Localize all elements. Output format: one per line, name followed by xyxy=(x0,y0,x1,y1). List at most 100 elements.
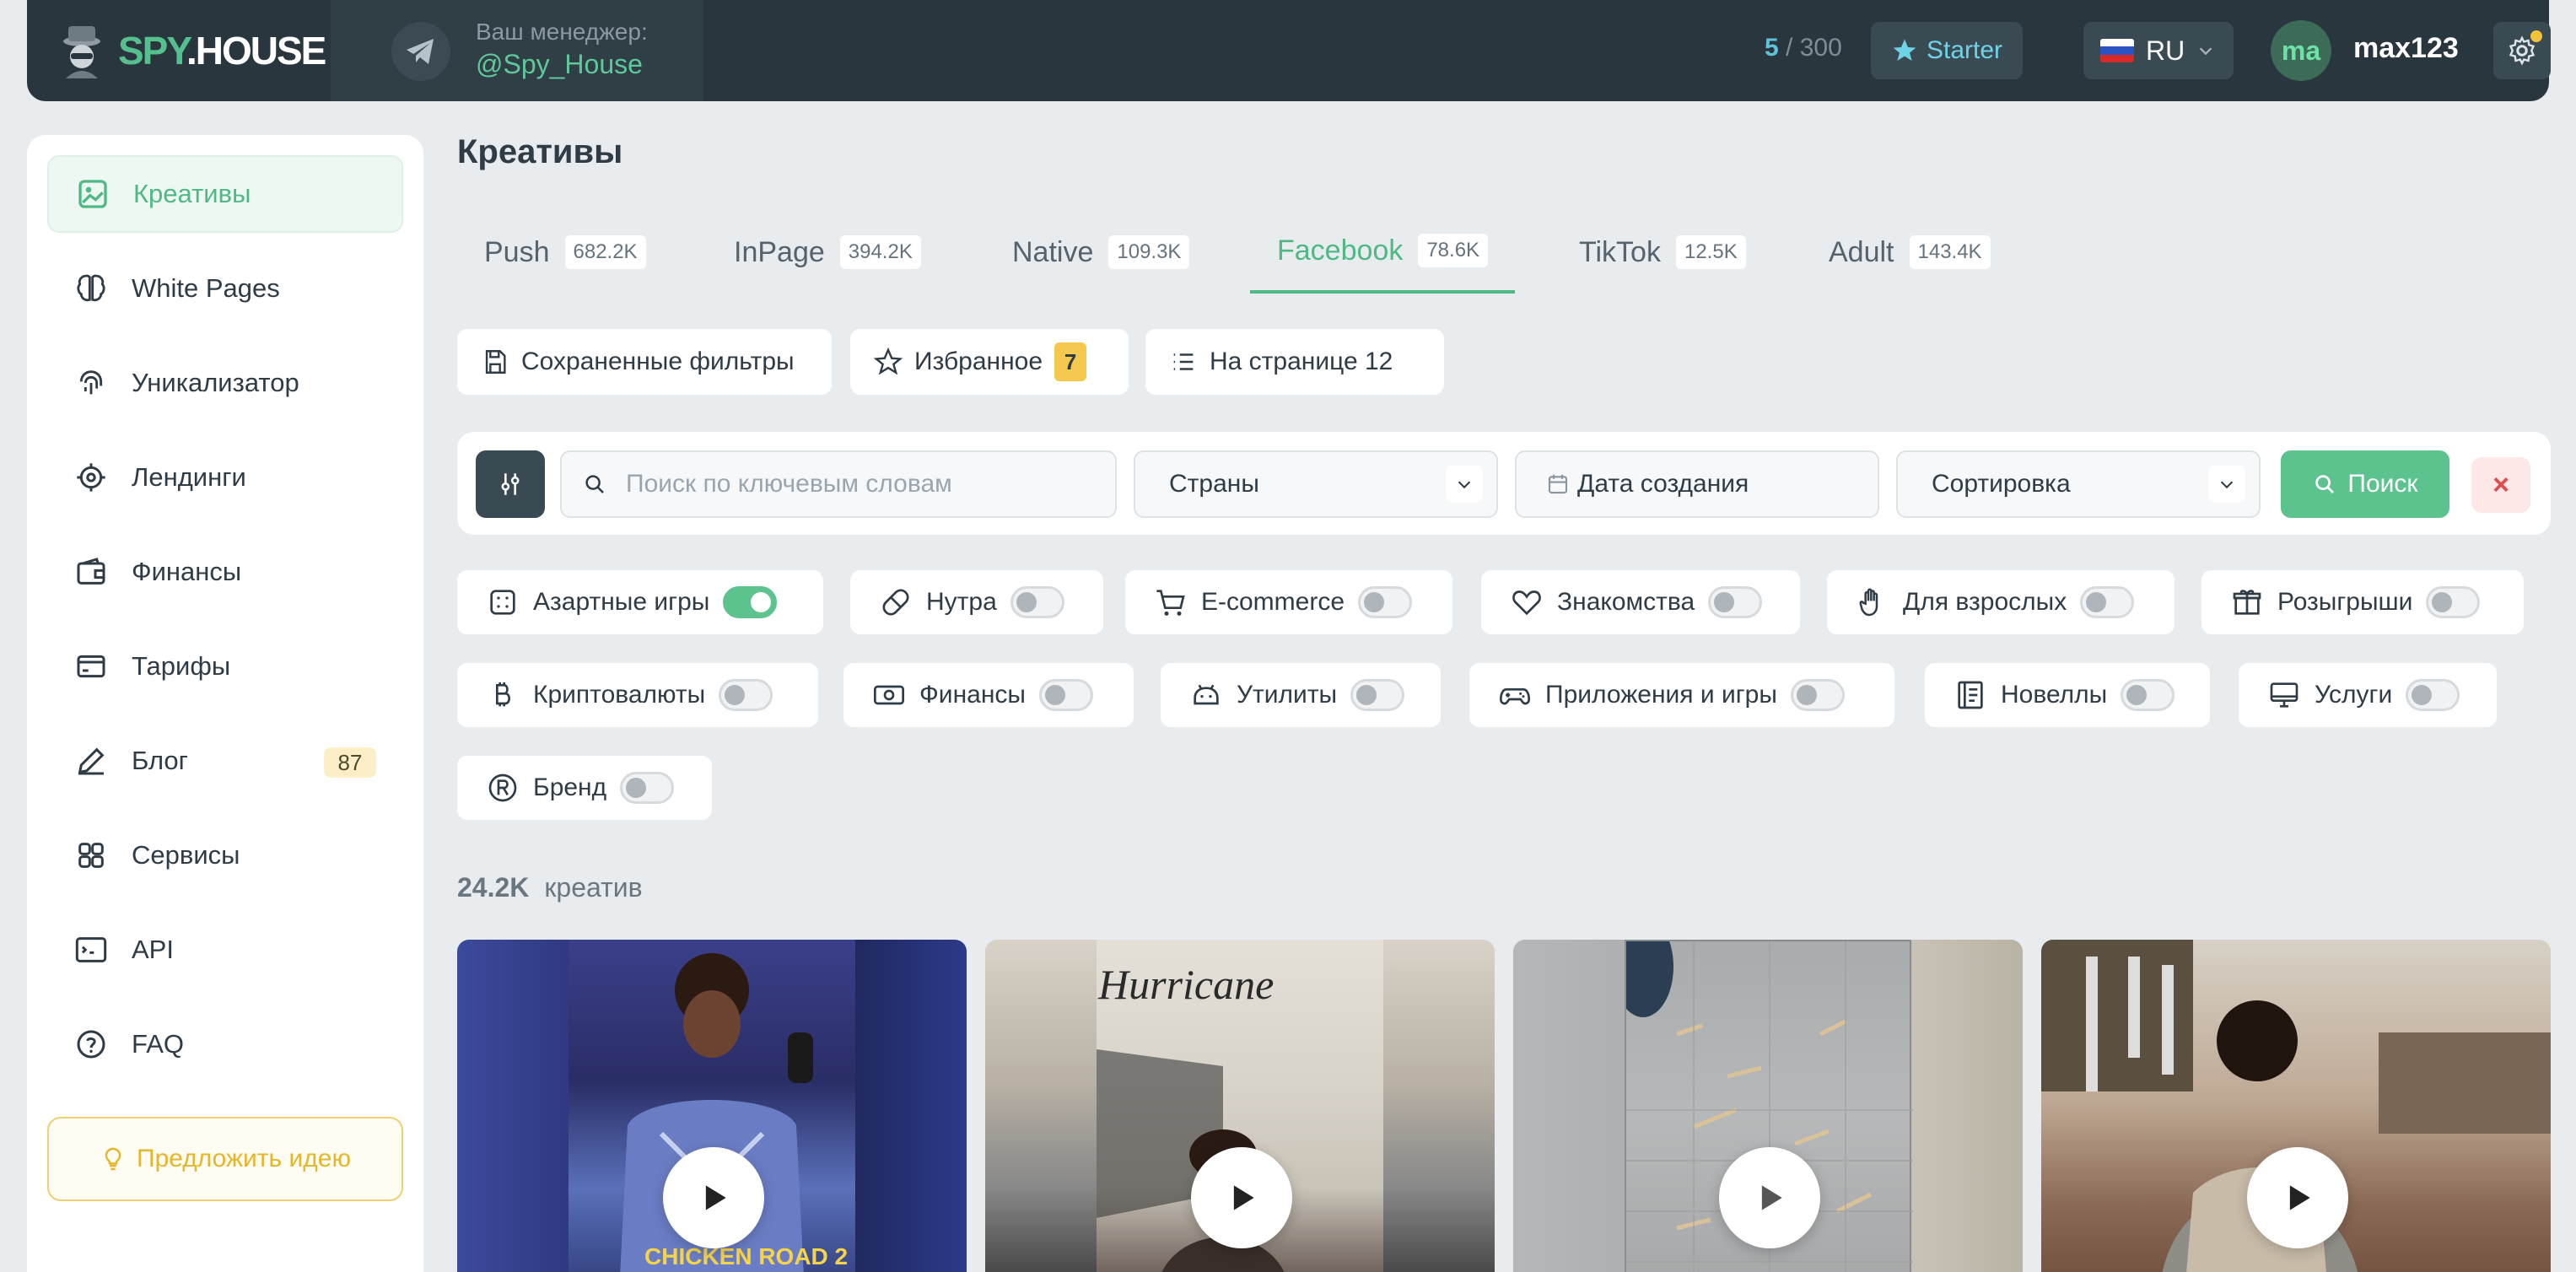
creative-card[interactable]: Hurricane xyxy=(985,940,1495,1272)
banknote-icon xyxy=(874,685,904,705)
saved-filters-button[interactable]: Сохраненные фильтры xyxy=(457,329,832,395)
telegram-icon xyxy=(391,22,450,81)
hand-icon xyxy=(1859,588,1878,617)
category-services[interactable]: Услуги xyxy=(2239,663,2497,727)
lightbulb-icon xyxy=(105,1147,121,1171)
sidebar-item-faq[interactable]: FAQ xyxy=(47,1005,403,1083)
save-icon xyxy=(485,350,506,374)
cart-icon xyxy=(1156,590,1185,616)
category-dating[interactable]: Знакомства xyxy=(1481,570,1800,634)
sidebar-item-white-pages[interactable]: White Pages xyxy=(47,250,403,327)
category-toggle[interactable] xyxy=(1038,679,1093,711)
settings-button[interactable] xyxy=(2493,22,2551,79)
play-button[interactable] xyxy=(2247,1147,2348,1248)
book-icon xyxy=(1958,681,1983,709)
manager-handle[interactable]: @Spy_House xyxy=(476,49,648,80)
category-toggle[interactable] xyxy=(2426,586,2481,618)
sidebar-item-services[interactable]: Сервисы xyxy=(47,817,403,894)
search-input[interactable]: Поиск по ключевым словам xyxy=(560,450,1117,518)
clear-filters-button[interactable]: × xyxy=(2471,457,2530,513)
creative-card[interactable] xyxy=(1513,940,2023,1272)
category-adult[interactable]: Для взрослых xyxy=(1827,570,2175,634)
usage-counter: 5 / 300 xyxy=(1765,34,1842,62)
tab-native[interactable]: Native 109.3K xyxy=(985,211,1216,294)
suggest-idea-button[interactable]: Предложить идею xyxy=(47,1117,403,1201)
search-button[interactable]: Поиск xyxy=(2281,450,2449,518)
top-header: SPY.HOUSE Ваш менеджер: @Spy_House 5 / 3… xyxy=(27,0,2551,101)
countries-select[interactable]: Страны xyxy=(1134,450,1498,518)
category-toggle[interactable] xyxy=(1790,679,1845,711)
close-icon: × xyxy=(2492,468,2509,501)
tab-inpage[interactable]: InPage 394.2K xyxy=(707,211,948,294)
flag-ru-icon xyxy=(2100,39,2134,62)
manager-block[interactable]: Ваш менеджер: @Spy_House xyxy=(331,0,703,101)
category-novels[interactable]: Новеллы xyxy=(1925,663,2210,727)
category-brand[interactable]: Бренд xyxy=(457,756,712,820)
category-toggle[interactable] xyxy=(719,679,773,711)
language-selector[interactable]: RU xyxy=(2083,22,2234,79)
favorites-button[interactable]: Избранное 7 xyxy=(850,329,1129,395)
logo-text: SPY.HOUSE xyxy=(118,29,326,73)
category-toggle[interactable] xyxy=(2406,679,2460,711)
avatar[interactable]: ma xyxy=(2271,20,2331,81)
grid-icon xyxy=(78,843,104,868)
svg-text:CHICKEN ROAD 2: CHICKEN ROAD 2 xyxy=(644,1243,848,1269)
per-page-button[interactable]: На странице 12 xyxy=(1145,329,1444,395)
sidebar-item-tariffs[interactable]: Тарифы xyxy=(47,628,403,705)
creative-card[interactable]: CHICKEN ROAD 2 xyxy=(457,940,967,1272)
tab-tiktok[interactable]: TikTok 12.5K xyxy=(1552,211,1773,294)
android-icon xyxy=(1194,684,1219,705)
logo[interactable]: SPY.HOUSE xyxy=(57,20,326,81)
sidebar-item-landings[interactable]: Лендинги xyxy=(47,439,403,516)
category-finance[interactable]: Финансы xyxy=(843,663,1134,727)
category-toggle[interactable] xyxy=(620,772,675,804)
pill-icon xyxy=(882,589,909,616)
sidebar: Креативы White Pages Уникализатор Лендин… xyxy=(27,135,423,1272)
category-toggle[interactable] xyxy=(1708,586,1763,618)
category-ecommerce[interactable]: E-commerce xyxy=(1125,570,1452,634)
star-icon xyxy=(1893,39,1916,61)
category-utilities[interactable]: Утилиты xyxy=(1161,663,1441,727)
bitcoin-icon xyxy=(496,682,511,707)
category-apps-games[interactable]: Приложения и игры xyxy=(1469,663,1894,727)
pen-icon xyxy=(78,747,105,775)
svg-text:Hurricane: Hurricane xyxy=(1097,961,1274,1008)
play-icon xyxy=(1761,1185,1782,1210)
play-button[interactable] xyxy=(663,1147,764,1248)
sorting-select[interactable]: Сортировка xyxy=(1896,450,2261,518)
category-toggle[interactable] xyxy=(1358,586,1413,618)
category-toggle[interactable] xyxy=(2080,586,2135,618)
category-toggle[interactable] xyxy=(723,586,778,618)
search-icon xyxy=(2315,475,2335,493)
question-icon xyxy=(77,1030,105,1059)
filter-bar: Поиск по ключевым словам Страны Дата соз… xyxy=(457,432,2551,535)
category-toggle[interactable] xyxy=(1350,679,1405,711)
tab-adult[interactable]: Adult 143.4K xyxy=(1802,211,2018,294)
tab-facebook[interactable]: Facebook 78.6K xyxy=(1250,211,1516,294)
date-created-field[interactable]: Дата создания xyxy=(1515,450,1879,518)
play-button[interactable] xyxy=(1191,1147,1292,1248)
plan-button[interactable]: Starter xyxy=(1871,22,2023,79)
spy-hat-icon xyxy=(63,26,100,78)
wallet-icon xyxy=(77,558,105,585)
play-button[interactable] xyxy=(1719,1147,1820,1248)
sidebar-item-uniqualizer[interactable]: Уникализатор xyxy=(47,344,403,422)
category-toggle[interactable] xyxy=(1010,586,1064,618)
category-giveaways[interactable]: Розыгрыши xyxy=(2201,570,2524,634)
sidebar-item-blog[interactable]: Блог 87 xyxy=(47,722,403,800)
category-crypto[interactable]: Криптовалюты xyxy=(457,663,818,727)
sliders-icon xyxy=(501,473,520,495)
sidebar-item-api[interactable]: API xyxy=(47,911,403,989)
category-nutra[interactable]: Нутра xyxy=(850,570,1103,634)
category-toggle[interactable] xyxy=(2121,679,2175,711)
sidebar-item-finance[interactable]: Финансы xyxy=(47,533,403,611)
sidebar-item-creatives[interactable]: Креативы xyxy=(47,155,403,233)
heart-icon xyxy=(1512,590,1541,616)
tab-push[interactable]: Push 682.2K xyxy=(457,211,673,294)
card-icon xyxy=(77,655,105,678)
list-icon xyxy=(1173,353,1194,370)
username[interactable]: max123 xyxy=(2353,32,2459,65)
category-gambling[interactable]: Азартные игры xyxy=(457,570,823,634)
filter-settings-button[interactable] xyxy=(476,450,545,518)
creative-card[interactable] xyxy=(2041,940,2551,1272)
